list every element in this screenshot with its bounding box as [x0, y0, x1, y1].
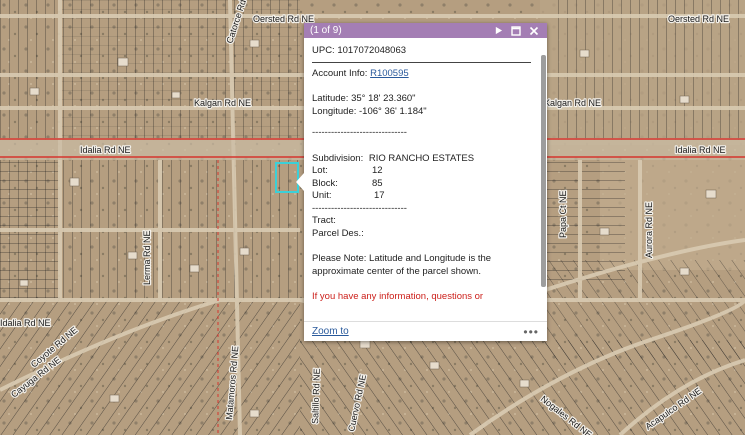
block-value: 85	[372, 177, 383, 189]
latitude: Latitude: 35° 18' 23.360"	[312, 93, 416, 104]
next-feature-button[interactable]	[491, 24, 505, 38]
road-label: Kalgan Rd NE	[544, 98, 601, 108]
zoom-to-link[interactable]: Zoom to	[312, 326, 523, 337]
block: Block: 85	[312, 178, 539, 191]
divider: ------------------------------	[312, 202, 407, 214]
road-label: Aurora Rd NE	[644, 202, 654, 258]
account-link[interactable]: R100595	[370, 68, 409, 79]
road-label: Kalgan Rd NE	[194, 98, 251, 108]
parcel-description-label: Parcel Des.:	[312, 227, 364, 239]
upc-title: UPC: 1017072048063	[312, 45, 531, 63]
road-label: Oersted Rd NE	[668, 14, 729, 24]
more-options-icon[interactable]: •••	[523, 325, 539, 339]
close-button[interactable]	[527, 24, 541, 38]
road-label: Papa Ct NE	[558, 190, 568, 238]
unit-value: 17	[374, 190, 385, 201]
road-label: Idalia Rd NE	[80, 145, 131, 155]
play-icon	[495, 26, 502, 35]
road-label: Lerma Rd NE	[142, 230, 152, 285]
close-icon	[529, 26, 539, 35]
tract-label: Tract:	[312, 215, 336, 226]
unit-label: Unit:	[312, 190, 332, 201]
subdivision-value: RIO RANCHO ESTATES	[368, 152, 475, 164]
popup-header: (1 of 9)	[304, 23, 547, 38]
lot-label: Lot:	[312, 165, 328, 176]
feature-count: (1 of 9)	[310, 25, 342, 36]
account-info: Account Info: R100595	[312, 68, 539, 81]
subdivision-label: Subdivision:	[312, 152, 364, 164]
popup-footer: Zoom to •••	[304, 321, 547, 341]
contact-note: If you have any information, questions o…	[312, 291, 484, 302]
account-label: Account Info:	[312, 67, 371, 79]
road-label: Idalia Rd NE	[0, 318, 51, 328]
unit: Unit: 17	[312, 190, 539, 203]
lot: Lot: 12	[312, 165, 539, 178]
divider: ------------------------------	[312, 127, 407, 138]
parcel-popup: (1 of 9) UPC: 1017072048063 Account Info…	[296, 23, 547, 341]
popup-scrollbar[interactable]	[541, 55, 546, 287]
longitude: Longitude: -106° 36' 1.184"	[312, 105, 427, 117]
subdivision: Subdivision: RIO RANCHO ESTATES	[312, 153, 539, 166]
maximize-button[interactable]	[509, 24, 523, 38]
popup-pointer	[296, 173, 304, 191]
lat-long-note: Please Note: Latitude and Longitude is t…	[312, 253, 492, 277]
road-label: Idalia Rd NE	[675, 145, 726, 155]
popup-body[interactable]: UPC: 1017072048063 Account Info: R100595…	[304, 38, 547, 321]
block-label: Block:	[312, 177, 338, 189]
maximize-icon	[511, 25, 521, 36]
road-label: Saltillo Rd NE	[310, 368, 322, 424]
lot-value: 12	[372, 165, 383, 176]
